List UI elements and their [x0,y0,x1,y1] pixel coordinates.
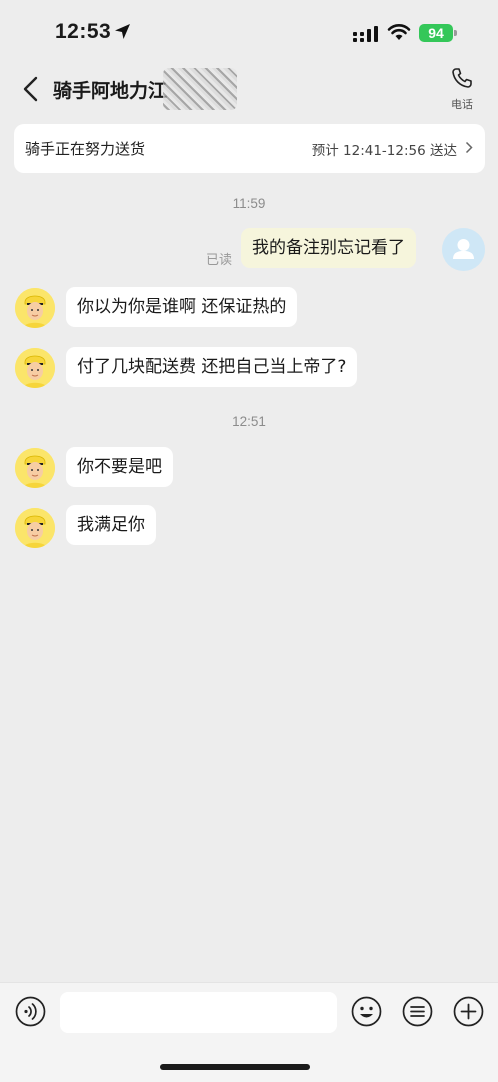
user-avatar-icon [453,239,474,259]
home-indicator [160,1064,310,1070]
rider-avatar-icon [15,348,55,388]
phone-icon [452,68,472,88]
message-bubble-outgoing[interactable]: 我的备注别忘记看了 [241,228,416,268]
cellular-signal-icon [353,26,378,42]
call-label: 电话 [451,98,473,111]
battery-tip [454,30,457,36]
rider-avatar-icon [15,448,55,488]
chevron-right-icon [465,141,473,154]
rider-avatar[interactable] [15,508,55,548]
status-time: 12:53 [55,20,112,43]
status-bar: 12:53 94 [0,0,498,62]
location-arrow-icon [115,24,130,39]
rider-avatar-icon [15,508,55,548]
plus-icon[interactable] [453,996,484,1027]
delivery-status-card[interactable]: 骑手正在努力送货 预计 12:41-12:56 送达 [14,124,485,173]
delivery-status-text: 骑手正在努力送货 [25,140,146,158]
read-receipt: 已读 [206,253,233,268]
my-avatar[interactable] [442,228,485,271]
message-bubble-incoming[interactable]: 付了几块配送费 还把自己当上帝了? [66,347,358,387]
chat-timestamp: 12:51 [232,414,266,429]
quick-reply-icon[interactable] [402,996,433,1027]
battery-indicator: 94 [419,24,453,42]
chat-timestamp: 11:59 [232,196,266,211]
call-button[interactable]: 电话 [444,66,480,114]
redacted-name-blur [163,68,237,110]
message-input[interactable] [60,992,337,1033]
rider-name: 骑手阿地力江 [53,80,168,102]
chat-header: 骑手阿地力江 电话 [0,62,498,118]
rider-avatar[interactable] [15,348,55,388]
rider-avatar-icon [15,288,55,328]
emoji-icon[interactable] [351,996,382,1027]
rider-avatar[interactable] [15,288,55,328]
rider-avatar[interactable] [15,448,55,488]
message-bubble-incoming[interactable]: 你以为你是谁啊 还保证热的 [66,287,298,327]
back-arrow-icon[interactable] [18,74,44,104]
wifi-icon [387,24,411,40]
message-bubble-incoming[interactable]: 我满足你 [66,505,156,545]
delivery-eta: 预计 12:41-12:56 送达 [311,143,457,159]
message-bubble-incoming[interactable]: 你不要是吧 [66,447,173,487]
voice-icon[interactable] [15,996,46,1027]
